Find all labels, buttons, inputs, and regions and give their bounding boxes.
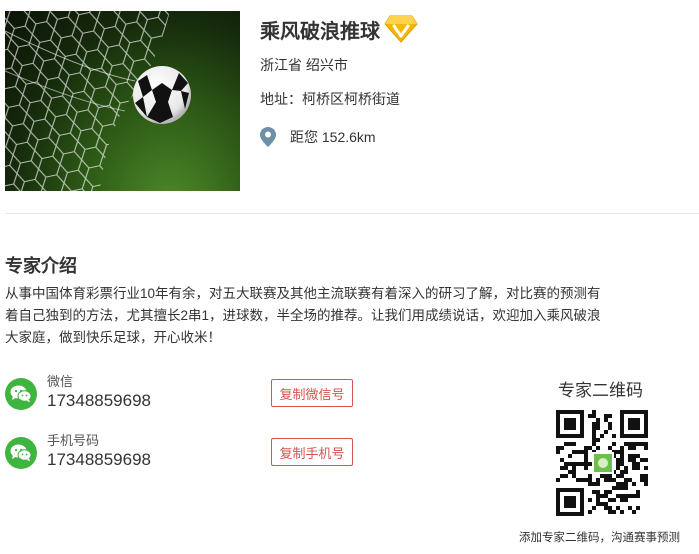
intro-text: 从事中国体育彩票行业10年有余，对五大联赛及其他主流联赛有着深入的研习了解，对比…: [5, 286, 601, 345]
section-title-intro: 专家介绍: [5, 256, 77, 276]
copy-wechat-button[interactable]: 复制微信号: [271, 379, 353, 407]
soccer-ball-in-net-image: [5, 11, 191, 191]
vip-diamond-icon: [384, 15, 418, 43]
region-text: 浙江省 绍兴市: [260, 57, 348, 73]
distance-row: 距您 152.6km: [260, 127, 376, 147]
qr-code-image: [556, 410, 648, 516]
contact-wechat: 微信 17348859698: [5, 374, 151, 412]
wechat-icon: [5, 378, 37, 410]
address-text: 地址：柯桥区柯桥街道: [260, 91, 400, 107]
location-pin-icon: [260, 127, 276, 147]
phone-label: 手机号码: [47, 433, 100, 448]
wechat-icon: [5, 437, 37, 469]
wechat-number: 17348859698: [47, 391, 152, 410]
expert-name: 乘风破浪推球: [260, 20, 380, 43]
copy-phone-button[interactable]: 复制手机号: [271, 438, 353, 466]
distance-text: 距您 152.6km: [290, 129, 376, 145]
contact-phone: 手机号码 17348859698: [5, 433, 151, 471]
phone-number: 17348859698: [47, 450, 152, 469]
qr-title: 专家二维码: [558, 381, 643, 400]
divider: [5, 213, 699, 214]
title-row: 乘风破浪推球: [260, 14, 418, 44]
wechat-label: 微信: [47, 374, 74, 389]
hero-image: [5, 11, 240, 191]
qr-caption: 添加专家二维码，沟通赛事预测: [519, 532, 680, 544]
